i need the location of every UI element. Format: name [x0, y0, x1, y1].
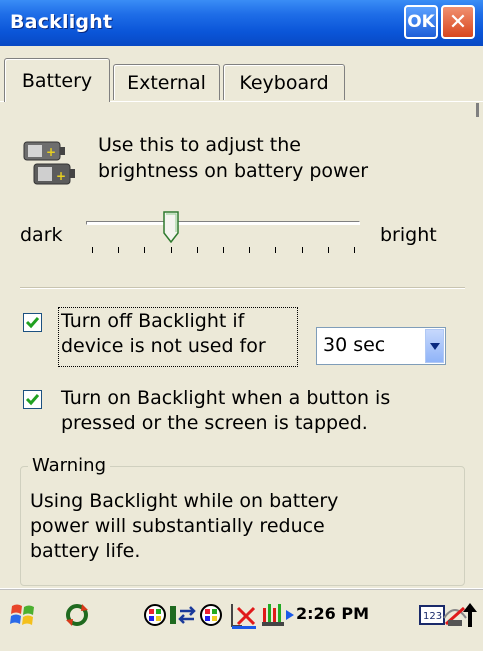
slider-tick — [301, 247, 303, 253]
check-icon — [25, 317, 40, 329]
connection-icon[interactable] — [168, 600, 198, 630]
auto-off-line: Turn off Backlight if — [61, 310, 245, 332]
description-text: Use this to adjust the brightness on bat… — [98, 132, 368, 184]
tab-keyboard[interactable]: Keyboard — [223, 64, 345, 100]
clock[interactable]: 2:26 PM — [296, 604, 369, 623]
window-title: Backlight — [10, 11, 113, 33]
svg-text:+: + — [46, 145, 56, 159]
warning-line: Using Backlight while on battery — [30, 490, 339, 512]
tab-strip: Battery External Keyboard — [0, 58, 483, 102]
auto-on-line: pressed or the screen is tapped. — [61, 412, 368, 434]
warning-title: Warning — [28, 455, 111, 476]
slider-tick — [275, 247, 277, 253]
auto-on-label[interactable]: Turn on Backlight when a button is press… — [61, 386, 390, 436]
svg-text:+: + — [56, 169, 66, 183]
check-icon — [25, 394, 40, 406]
slider-tick — [144, 247, 146, 253]
slider-tick — [118, 247, 120, 253]
description-line: Use this to adjust the — [98, 134, 301, 156]
scroll-indicator — [476, 103, 479, 117]
brightness-slider-thumb[interactable] — [162, 211, 179, 243]
close-button[interactable]: ✕ — [441, 5, 475, 39]
no-connection-icon[interactable] — [228, 600, 258, 630]
timeout-value: 30 sec — [323, 334, 386, 356]
title-bar: Backlight OK ✕ — [0, 0, 483, 46]
battery-icon: + + — [23, 141, 75, 185]
brightness-slider-track[interactable] — [86, 221, 360, 225]
network-icon[interactable] — [140, 600, 170, 630]
tab-external[interactable]: External — [113, 64, 220, 100]
timeout-select[interactable]: 30 sec — [316, 327, 446, 365]
slider-tick — [223, 247, 224, 253]
slider-min-label: dark — [20, 224, 63, 246]
network-icon[interactable] — [196, 600, 226, 630]
timeout-dropdown-button[interactable] — [425, 329, 444, 363]
play-arrow-icon[interactable] — [284, 600, 296, 630]
slider-tick — [249, 247, 251, 253]
auto-off-line: device is not used for — [61, 335, 266, 357]
sync-icon[interactable] — [62, 600, 92, 630]
auto-off-label[interactable]: Turn off Backlight if device is not used… — [61, 309, 266, 359]
description-line: brightness on battery power — [98, 160, 369, 182]
auto-on-line: Turn on Backlight when a button is — [61, 387, 391, 409]
start-flag-icon[interactable] — [8, 600, 38, 630]
chevron-down-icon — [429, 342, 440, 350]
warning-line: power will substantially reduce — [30, 515, 325, 537]
separator — [20, 287, 465, 289]
slider-max-label: bright — [380, 224, 437, 246]
warning-line: battery life. — [30, 540, 141, 562]
slider-tick — [170, 247, 172, 253]
up-arrow-icon[interactable] — [460, 600, 480, 630]
warning-text: Using Backlight while on battery power w… — [30, 489, 338, 564]
slider-tick — [196, 247, 198, 253]
slider-tick — [354, 247, 355, 253]
slider-tick — [92, 247, 93, 253]
auto-on-checkbox[interactable] — [23, 390, 42, 409]
slider-tick — [327, 247, 329, 253]
ok-button[interactable]: OK — [404, 5, 438, 39]
auto-off-checkbox[interactable] — [23, 313, 42, 332]
tab-battery[interactable]: Battery — [4, 58, 110, 102]
